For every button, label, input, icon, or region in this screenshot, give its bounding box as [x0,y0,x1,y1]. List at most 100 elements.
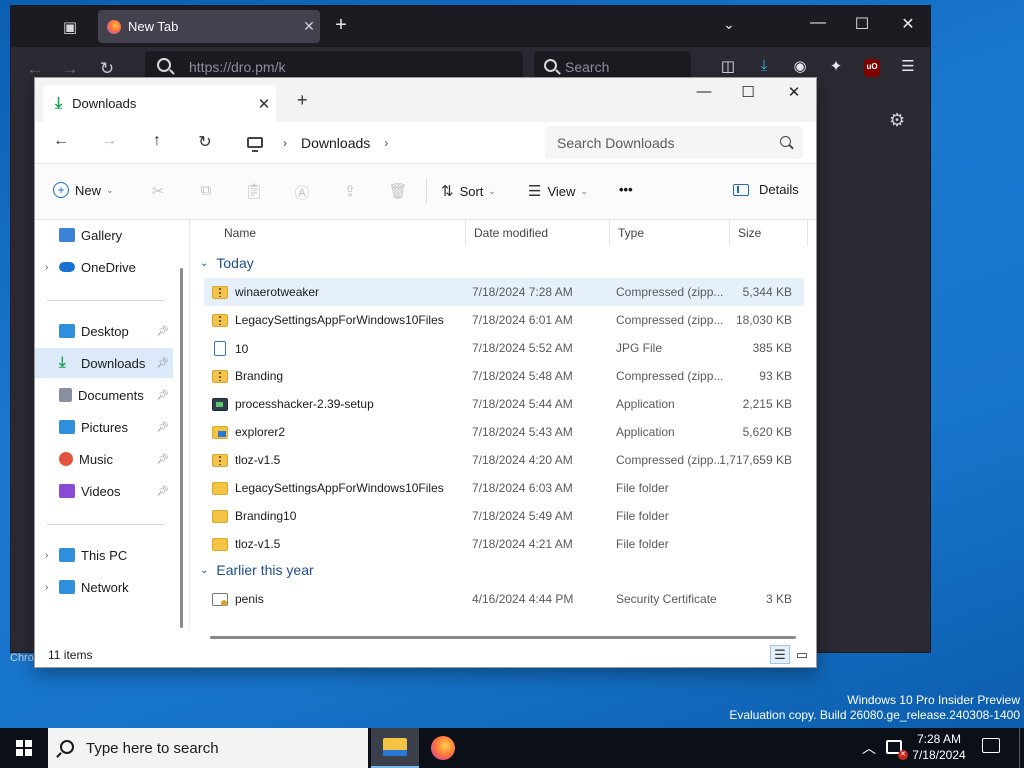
details-pane-button[interactable]: Details [733,182,799,197]
column-header-size[interactable]: Size [730,220,808,246]
sort-button[interactable]: ⇅ Sort ⌄ [441,182,496,200]
more-options-button[interactable]: ••• [619,182,633,197]
show-hidden-icons-chevron-icon[interactable]: ︿ [862,738,876,758]
taskbar-search-box[interactable]: Type here to search [48,728,368,768]
column-header-type[interactable]: Type [610,220,730,246]
extensions-icon[interactable]: ✦ [824,57,848,79]
back-arrow-icon[interactable]: ← [49,132,73,150]
new-tab-button[interactable]: + [297,90,308,111]
column-header-name[interactable]: Name [216,220,466,246]
view-button[interactable]: ☰ View ⌄ [528,182,588,200]
close-button[interactable]: ✕ [779,83,809,101]
back-icon[interactable]: ← [23,59,47,79]
table-row[interactable]: penis 4/16/2024 4:44 PM Security Certifica… [204,585,804,613]
forward-arrow-icon[interactable]: → [97,132,121,150]
sidebar-item-music[interactable]: Music 📌︎ [35,444,173,474]
pin-icon[interactable]: 📌︎ [156,390,169,401]
firefox-view-icon[interactable]: ▣ [55,13,85,41]
account-icon[interactable]: ◉ [788,57,812,79]
pin-icon[interactable]: 📌︎ [156,454,169,465]
sidebar-scrollbar[interactable] [180,268,183,628]
settings-gear-icon[interactable]: ⚙ [889,110,905,131]
chevron-right-icon[interactable]: › [45,582,59,593]
menu-icon[interactable]: ☰ [896,57,920,79]
network-disconnected-icon[interactable] [886,740,908,760]
cut-icon[interactable]: ✂ [147,182,169,200]
table-row[interactable]: 10 7/18/2024 5:52 AM JPG File 385 KB [204,334,804,362]
new-tab-button[interactable]: + [331,14,351,37]
chevron-right-icon[interactable]: › [45,550,59,561]
table-row[interactable]: LegacySettingsAppForWindows10Files 7/18/2… [204,306,804,334]
ublock-icon[interactable]: uO [864,59,880,77]
rename-icon[interactable]: Ⓐ [291,182,313,203]
sidebar-item-onedrive[interactable]: › OneDrive [35,252,173,282]
sidebar-item-network[interactable]: › Network [35,572,173,602]
sidebar-item-downloads[interactable]: ⤓ Downloads 📌︎ [35,348,173,378]
notification-center-icon[interactable] [982,738,1000,753]
documents-icon [59,388,72,402]
refresh-icon[interactable]: ↻ [193,132,217,152]
pin-icon[interactable]: 📌︎ [156,326,169,337]
search-input[interactable]: Search Downloads [545,126,803,159]
chevron-right-icon[interactable]: › [384,136,388,150]
reload-icon[interactable]: ↻ [95,59,119,79]
chevron-down-icon: ⌄ [488,185,496,196]
table-row[interactable]: tloz-v1.5 7/18/2024 4:20 AM Compressed (zi… [204,446,804,474]
taskbar-app-file-explorer[interactable] [371,728,419,768]
close-tab-icon[interactable]: ✕ [252,95,276,113]
chevron-right-icon[interactable]: › [45,262,59,273]
breadcrumb-item[interactable]: Downloads [301,135,370,151]
pin-icon[interactable]: 📌︎ [156,486,169,497]
tiles-view-icon[interactable]: ▭ [792,645,812,664]
sidebar-item-documents[interactable]: Documents 📌︎ [35,380,173,410]
copy-icon[interactable]: ⧉ [195,182,217,199]
show-desktop-button[interactable] [1019,728,1024,768]
explorer-tab[interactable]: ⤓ Downloads ✕ [43,85,276,122]
table-row[interactable]: LegacySettingsAppForWindows10Files 7/18/2… [204,474,804,502]
forward-icon[interactable]: → [58,59,82,79]
minimize-button[interactable]: — [689,83,719,100]
sidebar-item-this-pc[interactable]: › This PC [35,540,173,570]
table-row[interactable]: winaerotweaker 7/18/2024 7:28 AM Compresse… [204,278,804,306]
close-button[interactable]: ✕ [893,14,923,34]
close-tab-icon[interactable]: ✕ [298,18,320,35]
table-row[interactable]: Branding10 7/18/2024 5:49 AM File folder [204,502,804,530]
table-row[interactable]: explorer2 7/18/2024 5:43 AM Application 5,6… [204,418,804,446]
file-name: tloz-v1.5 [235,453,281,467]
file-type: Application [616,397,675,411]
share-icon[interactable]: ⇪ [339,182,361,200]
horizontal-scrollbar[interactable] [210,636,796,639]
downloads-icon[interactable]: ⤓ [752,57,776,79]
pocket-icon[interactable]: ◫ [716,57,740,79]
start-button[interactable] [0,728,48,768]
table-row[interactable]: processhacker-2.39-setup 7/18/2024 5:44 A… [204,390,804,418]
list-tabs-chevron-icon[interactable]: ⌄ [723,16,735,33]
maximize-button[interactable]: ☐ [847,14,877,34]
pin-icon[interactable]: 📌︎ [156,358,169,369]
sidebar-item-pictures[interactable]: Pictures 📌︎ [35,412,173,442]
up-arrow-icon[interactable]: ↑ [145,132,169,150]
sidebar-item-videos[interactable]: Videos 📌︎ [35,476,173,506]
details-view-icon[interactable]: ☰ [770,645,790,664]
taskbar-clock[interactable]: 7:28 AM 7/18/2024 [906,731,972,763]
group-header-today[interactable]: ⌄ Today [200,255,254,271]
firefox-tab[interactable]: New Tab ✕ [98,10,320,43]
minimize-button[interactable]: — [803,14,833,32]
chevron-right-icon[interactable]: › [283,136,287,150]
column-header-date[interactable]: Date modified [466,220,610,246]
sidebar-item-gallery[interactable]: Gallery [35,220,173,250]
maximize-button[interactable]: ☐ [733,83,763,101]
file-size: 18,030 KB [735,313,792,327]
new-button[interactable]: + New ⌄ [53,182,114,198]
taskbar-app-firefox[interactable] [419,728,467,768]
sidebar-item-desktop[interactable]: Desktop 📌︎ [35,316,173,346]
pin-icon[interactable]: 📌︎ [156,422,169,433]
table-row[interactable]: Branding 7/18/2024 5:48 AM Compressed (zip… [204,362,804,390]
paste-icon[interactable]: 📋︎ [243,182,265,200]
folder-file-icon [212,481,228,495]
table-row[interactable]: tloz-v1.5 7/18/2024 4:21 AM File folder [204,530,804,558]
breadcrumb[interactable]: › Downloads › [237,126,533,159]
delete-icon[interactable]: 🗑︎ [387,182,409,200]
chevron-down-icon: ⌄ [106,184,114,195]
group-header-earlier[interactable]: ⌄ Earlier this year [200,562,314,578]
